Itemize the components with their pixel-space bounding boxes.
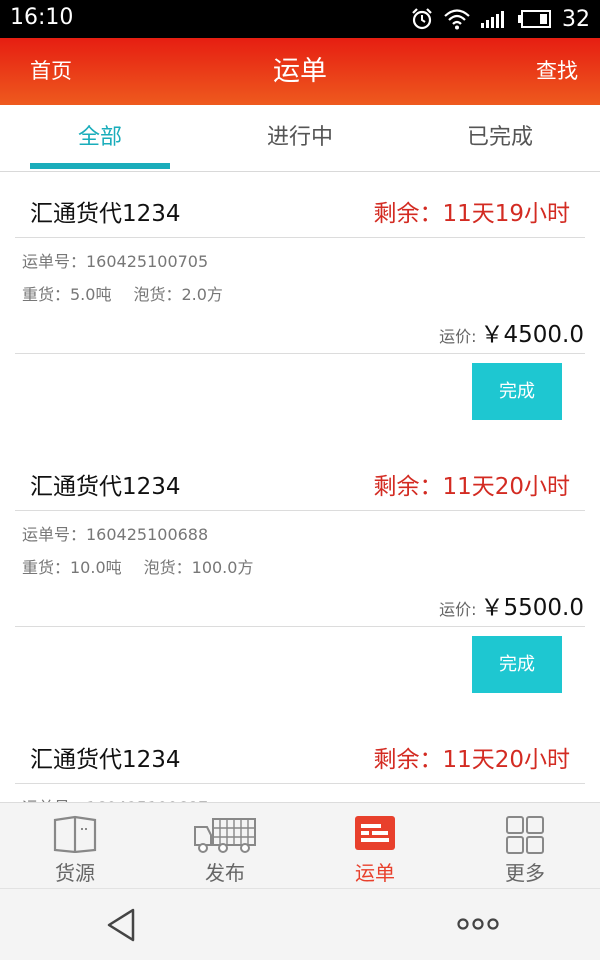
remaining-time: 剩余：11天20小时 [373,747,570,773]
wifi-icon [444,9,470,30]
goods-info: 重货：5.0吨 泡货：2.0方 [22,281,223,305]
battery-level: 32 [562,6,590,32]
nav-label: 货源 [55,861,95,885]
status-bar: 16:10 32 [0,0,600,38]
company-name: 汇通货代1234 [30,747,181,773]
order-card[interactable]: 汇通货代1234 剩余：11天20小时 运单号：160425100688 重货：… [0,445,600,718]
signal-icon [481,11,504,28]
nav-item-publish[interactable]: 发布 [150,803,300,889]
battery-icon [518,10,551,28]
nav-label: 更多 [505,861,545,885]
heavy-goods: 重货：10.0吨 [22,558,122,577]
bottom-nav: 货源 发布 运单 更多 [0,802,600,888]
remaining-time: 剩余：11天20小时 [373,474,570,500]
light-goods: 泡货：100.0方 [143,558,254,577]
box-icon [53,815,97,853]
waybill-number: 运单号：160425100687 [22,794,208,802]
price-value: ￥5500.0 [480,595,584,621]
tab-all[interactable]: 全部 [0,105,200,172]
tab-completed[interactable]: 已完成 [400,105,600,172]
waybill-number: 运单号：160425100688 [22,525,209,544]
price-value: ￥4500.0 [480,322,584,348]
tab-active-indicator [30,163,170,169]
nav-item-waybill[interactable]: 运单 [300,803,450,889]
grid-icon [506,816,544,854]
waybill-icon [355,816,395,850]
company-name: 汇通货代1234 [30,201,181,227]
divider [15,626,585,627]
alarm-icon [412,8,432,30]
divider [15,783,585,784]
complete-button[interactable]: 完成 [472,636,562,693]
nav-label: 运单 [355,861,395,885]
system-nav-bar [0,888,600,960]
remaining-time: 剩余：11天19小时 [373,201,570,227]
complete-button[interactable]: 完成 [472,363,562,420]
order-card[interactable]: 汇通货代1234 剩余：11天20小时 运单号：160425100687 [0,718,600,802]
freight-price: 运价: ￥4500.0 [439,315,584,349]
order-list[interactable]: 汇通货代1234 剩余：11天19小时 运单号：160425100705 重货：… [0,172,600,802]
status-icons: 32 [410,5,590,33]
heavy-goods: 重货：5.0吨 [22,285,112,304]
freight-price: 运价: ￥5500.0 [439,588,584,622]
divider [15,510,585,511]
search-link[interactable]: 查找 [536,38,578,105]
divider [15,237,585,238]
price-label: 运价: [439,600,477,619]
divider [15,353,585,354]
waybill-number: 运单号：160425100705 [22,252,209,271]
nav-item-supply[interactable]: 货源 [0,803,150,889]
truck-icon [194,818,256,853]
tab-bar: 全部 进行中 已完成 [0,105,600,172]
order-card[interactable]: 汇通货代1234 剩余：11天19小时 运单号：160425100705 重货：… [0,172,600,445]
app-header: 首页 运单 查找 [0,38,600,105]
price-label: 运价: [439,327,477,346]
nav-item-more[interactable]: 更多 [450,803,600,889]
nav-label: 发布 [205,861,245,885]
page-title: 运单 [273,56,327,87]
company-name: 汇通货代1234 [30,474,181,500]
back-icon[interactable] [106,908,136,942]
status-time: 16:10 [10,5,74,30]
more-dots-icon[interactable] [456,917,500,931]
light-goods: 泡货：2.0方 [133,285,223,304]
tab-in-progress[interactable]: 进行中 [200,105,400,172]
goods-info: 重货：10.0吨 泡货：100.0方 [22,554,253,578]
